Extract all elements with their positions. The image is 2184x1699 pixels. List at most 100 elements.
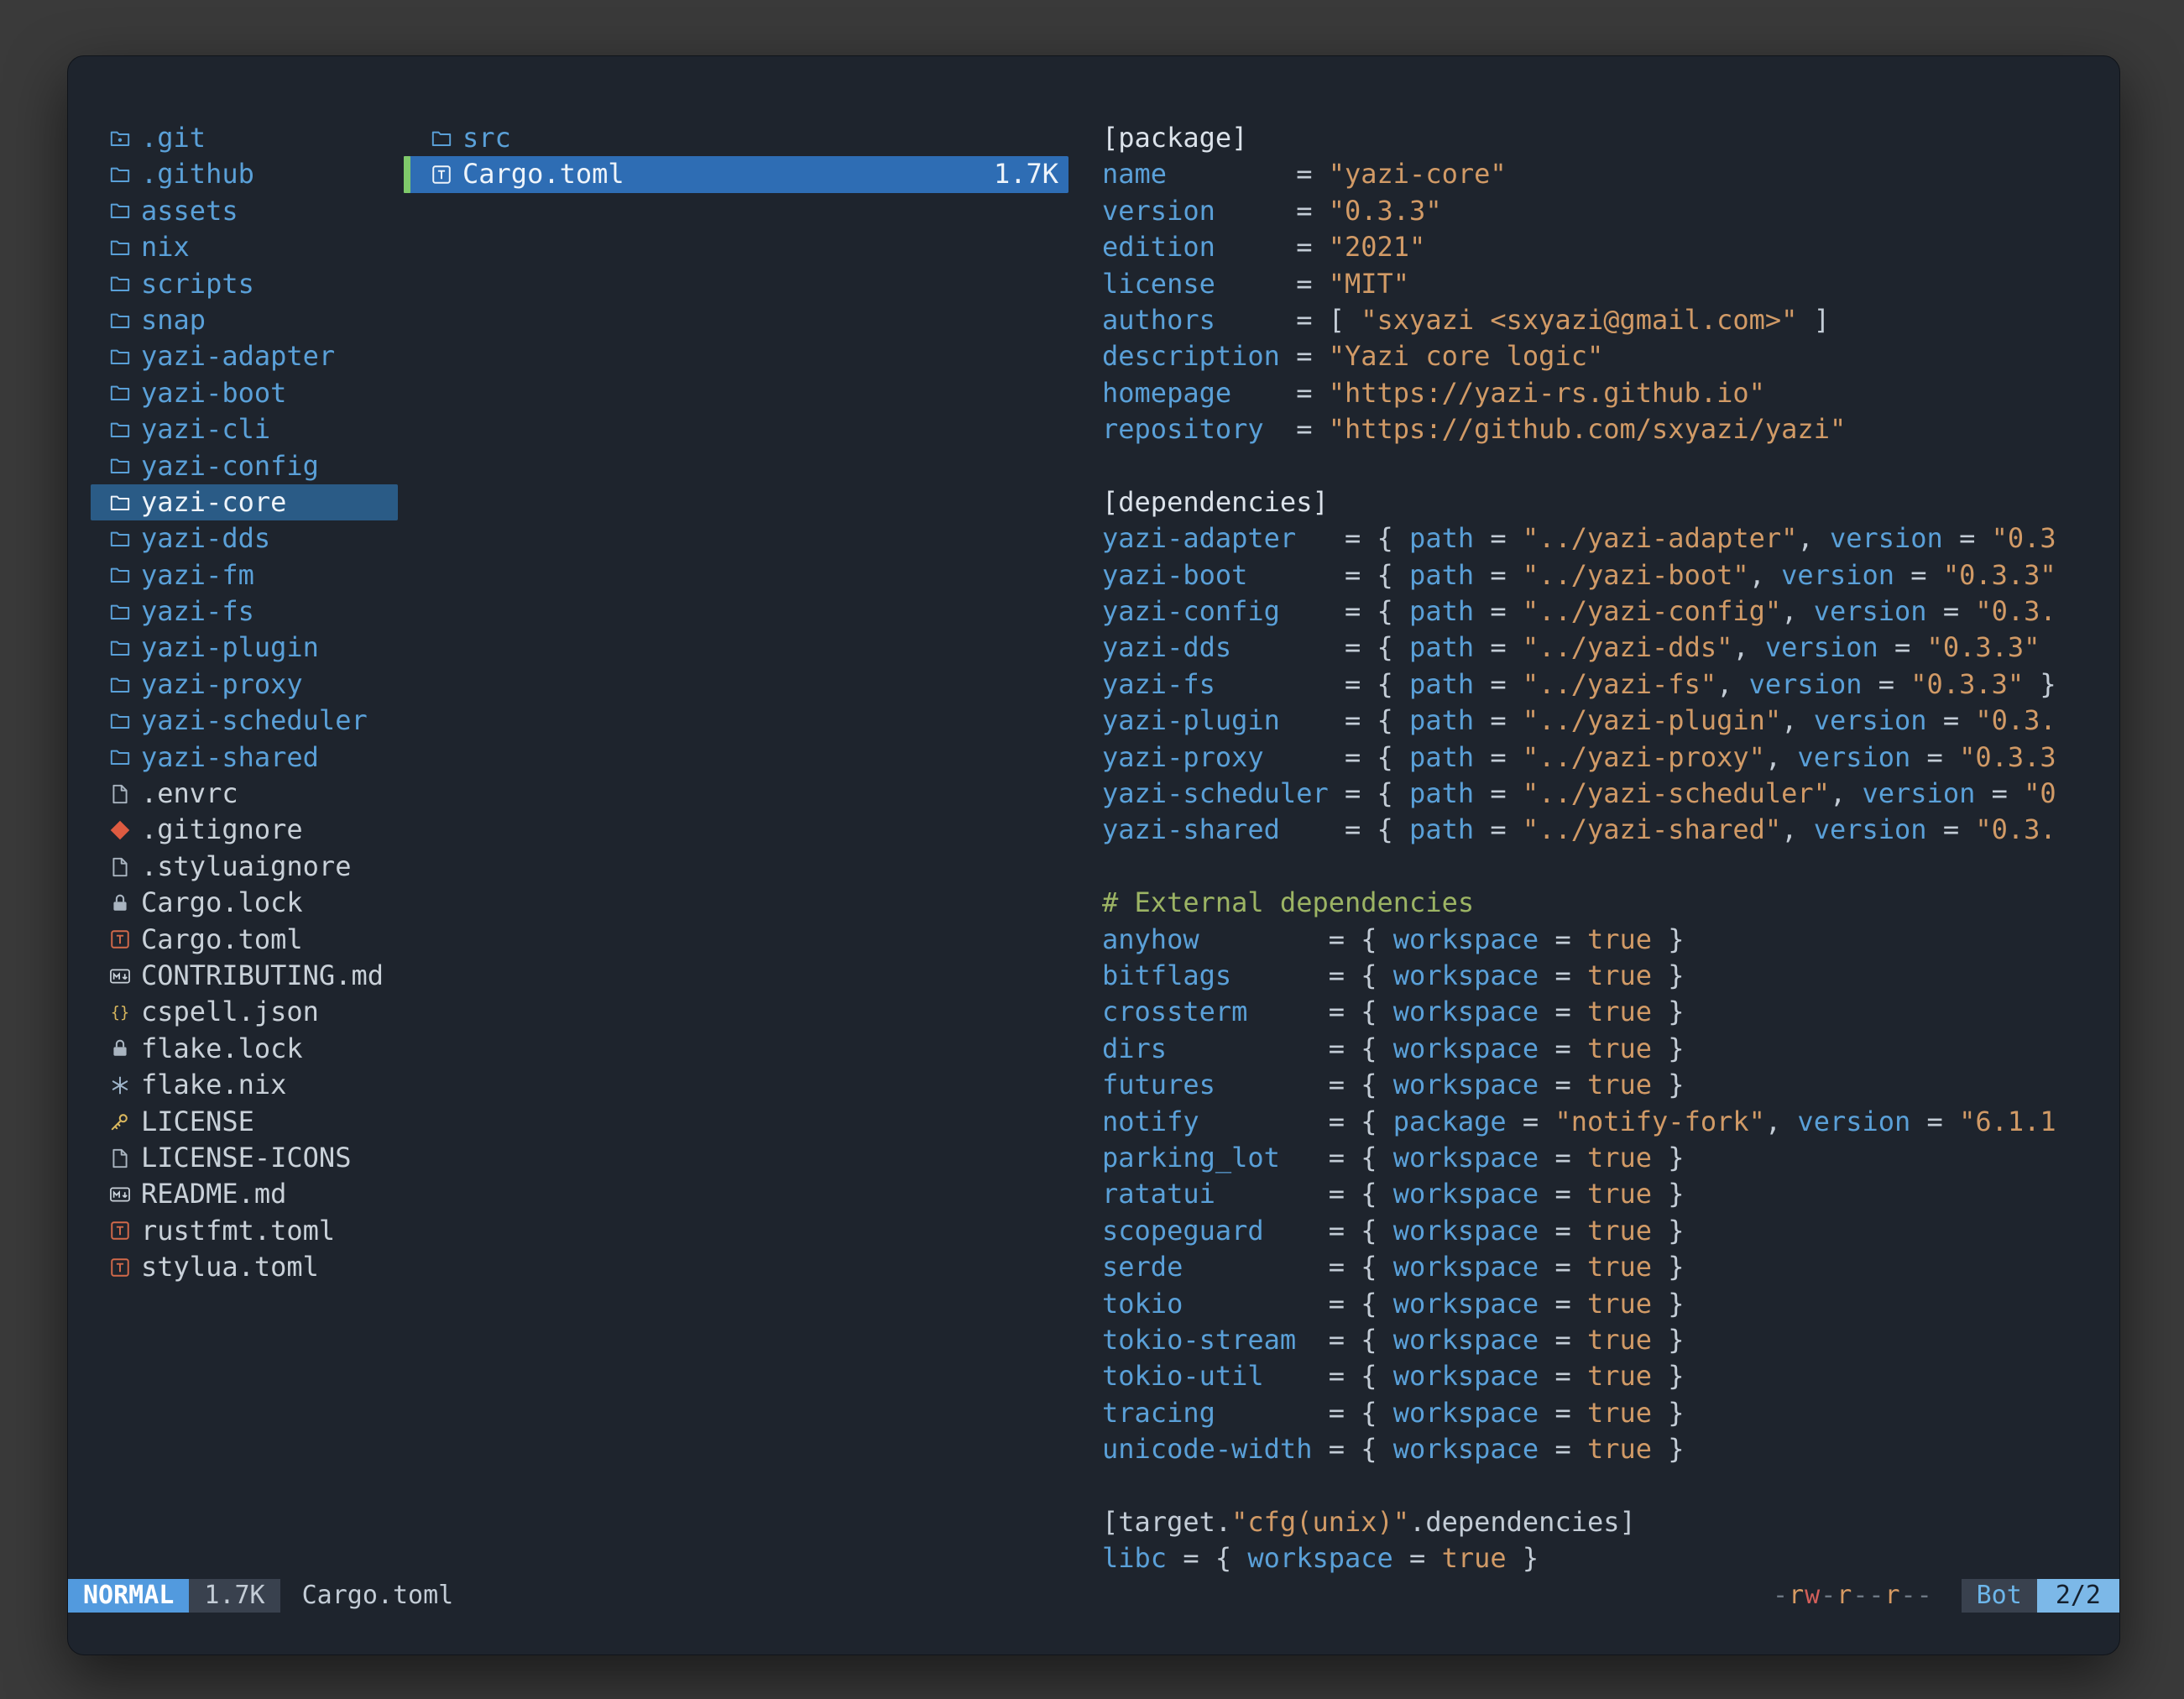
preview-line: anyhow = { workspace = true } xyxy=(1102,922,2094,958)
item-label: LICENSE xyxy=(141,1104,254,1140)
mode-badge: NORMAL xyxy=(68,1579,189,1613)
preview-line: [dependencies] xyxy=(1102,484,2094,520)
folder-icon xyxy=(109,710,131,732)
folder-icon xyxy=(109,237,131,259)
file-size-badge: 1.7K xyxy=(189,1579,280,1613)
parent-item-flake-nix[interactable]: flake.nix xyxy=(91,1067,398,1103)
preview-line: futures = { workspace = true } xyxy=(1102,1067,2094,1103)
folder-icon xyxy=(109,310,131,332)
markdown-icon xyxy=(109,1184,131,1205)
item-label: yazi-config xyxy=(141,448,319,484)
parent-item-yazi-config[interactable]: yazi-config xyxy=(91,448,398,484)
item-label: .envrc xyxy=(141,776,238,812)
preview-line: [package] xyxy=(1102,120,2094,156)
file-manager-content: .git.githubassetsnixscriptssnapyazi-adap… xyxy=(68,56,2119,1579)
parent-item-yazi-fm[interactable]: yazi-fm xyxy=(91,557,398,593)
item-label: .styluaignore xyxy=(141,849,351,885)
item-label: Cargo.lock xyxy=(141,885,303,921)
item-label: LICENSE-ICONS xyxy=(141,1140,351,1176)
preview-line: serde = { workspace = true } xyxy=(1102,1249,2094,1285)
current-pane: srcCargo.toml1.7K xyxy=(404,120,1068,193)
item-label: nix xyxy=(141,229,190,265)
item-label: rustfmt.toml xyxy=(141,1213,335,1249)
preview-line: bitflags = { workspace = true } xyxy=(1102,958,2094,994)
parent-item-nix[interactable]: nix xyxy=(91,229,398,265)
parent-item-yazi-cli[interactable]: yazi-cli xyxy=(91,411,398,447)
parent-item-yazi-core[interactable]: yazi-core xyxy=(91,484,398,520)
item-label: .gitignore xyxy=(141,812,303,848)
item-label: yazi-plugin xyxy=(141,630,319,666)
preview-line: dirs = { workspace = true } xyxy=(1102,1031,2094,1067)
preview-pane: [package]name = "yazi-core"version = "0.… xyxy=(1102,120,2094,1577)
item-label: yazi-boot xyxy=(141,375,286,411)
folder-icon xyxy=(109,346,131,368)
nix-icon xyxy=(109,1074,131,1096)
parent-item-github[interactable]: .github xyxy=(91,156,398,192)
parent-item-yazi-plugin[interactable]: yazi-plugin xyxy=(91,630,398,666)
file-icon xyxy=(109,783,131,805)
item-label: Cargo.toml xyxy=(141,922,303,958)
license-icon xyxy=(109,1111,131,1132)
parent-item-cspell-json[interactable]: {}cspell.json xyxy=(91,994,398,1030)
status-filename: Cargo.toml xyxy=(302,1579,454,1613)
parent-item-cargo-toml[interactable]: Cargo.toml xyxy=(91,922,398,958)
item-label: yazi-fs xyxy=(141,593,254,630)
current-item-src[interactable]: src xyxy=(404,120,1068,156)
parent-item-gitignore[interactable]: .gitignore xyxy=(91,812,398,848)
preview-line: yazi-shared = { path = "../yazi-shared",… xyxy=(1102,812,2094,848)
preview-line: yazi-adapter = { path = "../yazi-adapter… xyxy=(1102,520,2094,557)
parent-item-yazi-scheduler[interactable]: yazi-scheduler xyxy=(91,703,398,739)
preview-line: tokio-stream = { workspace = true } xyxy=(1102,1322,2094,1358)
parent-item-contributing-md[interactable]: CONTRIBUTING.md xyxy=(91,958,398,994)
parent-item-stylua-toml[interactable]: stylua.toml xyxy=(91,1249,398,1285)
counter-badge: 2/2 xyxy=(2037,1579,2119,1613)
parent-item-flake-lock[interactable]: flake.lock xyxy=(91,1031,398,1067)
folder-icon xyxy=(109,492,131,514)
parent-item-license[interactable]: LICENSE xyxy=(91,1104,398,1140)
parent-item-envrc[interactable]: .envrc xyxy=(91,776,398,812)
preview-line: libc = { workspace = true } xyxy=(1102,1540,2094,1576)
item-label: CONTRIBUTING.md xyxy=(141,958,384,994)
item-label: yazi-adapter xyxy=(141,338,335,374)
parent-item-cargo-lock[interactable]: Cargo.lock xyxy=(91,885,398,921)
position-badge: Bot xyxy=(1962,1579,2037,1613)
preview-line xyxy=(1102,448,2094,484)
item-label: src xyxy=(462,120,511,156)
preview-line: notify = { package = "notify-fork", vers… xyxy=(1102,1104,2094,1140)
folder-icon xyxy=(109,455,131,477)
preview-line: yazi-dds = { path = "../yazi-dds", versi… xyxy=(1102,630,2094,666)
parent-item-readme-md[interactable]: README.md xyxy=(91,1176,398,1212)
parent-item-yazi-dds[interactable]: yazi-dds xyxy=(91,520,398,557)
parent-item-license-icons[interactable]: LICENSE-ICONS xyxy=(91,1140,398,1176)
folder-icon xyxy=(109,164,131,186)
preview-line: ratatui = { workspace = true } xyxy=(1102,1176,2094,1212)
terminal-window: .git.githubassetsnixscriptssnapyazi-adap… xyxy=(67,55,2120,1655)
item-label: scripts xyxy=(141,266,254,302)
item-label: README.md xyxy=(141,1176,286,1212)
parent-item-snap[interactable]: snap xyxy=(91,302,398,338)
parent-item-assets[interactable]: assets xyxy=(91,193,398,229)
parent-item-yazi-adapter[interactable]: yazi-adapter xyxy=(91,338,398,374)
preview-line: [target."cfg(unix)".dependencies] xyxy=(1102,1504,2094,1540)
toml-icon xyxy=(109,1220,131,1242)
current-item-cargo-toml[interactable]: Cargo.toml1.7K xyxy=(404,156,1068,192)
parent-item-styluaignore[interactable]: .styluaignore xyxy=(91,849,398,885)
parent-item-yazi-fs[interactable]: yazi-fs xyxy=(91,593,398,630)
preview-line: yazi-proxy = { path = "../yazi-proxy", v… xyxy=(1102,740,2094,776)
parent-item-rustfmt-toml[interactable]: rustfmt.toml xyxy=(91,1213,398,1249)
item-label: yazi-dds xyxy=(141,520,270,557)
parent-item-yazi-shared[interactable]: yazi-shared xyxy=(91,740,398,776)
parent-item-yazi-proxy[interactable]: yazi-proxy xyxy=(91,667,398,703)
svg-text:{}: {} xyxy=(111,1005,129,1022)
parent-item-scripts[interactable]: scripts xyxy=(91,266,398,302)
folder-icon xyxy=(109,419,131,441)
folder-icon xyxy=(109,564,131,586)
folder-icon xyxy=(109,746,131,768)
preview-line xyxy=(1102,849,2094,885)
preview-line: yazi-boot = { path = "../yazi-boot", ver… xyxy=(1102,557,2094,593)
parent-item-yazi-boot[interactable]: yazi-boot xyxy=(91,375,398,411)
folder-icon xyxy=(109,601,131,623)
parent-item-git[interactable]: .git xyxy=(91,120,398,156)
item-label: yazi-scheduler xyxy=(141,703,368,739)
item-label: flake.nix xyxy=(141,1067,286,1103)
